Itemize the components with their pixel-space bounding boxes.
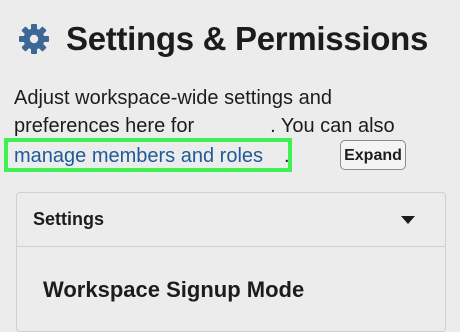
workspace-signup-mode-label: Workspace Signup Mode	[43, 277, 305, 302]
settings-panel: Settings Workspace Signup Mode	[16, 192, 446, 332]
expand-button[interactable]: Expand	[340, 140, 406, 170]
manage-members-link[interactable]: manage members and roles	[14, 142, 263, 170]
gear-icon	[18, 23, 50, 55]
page-title: Settings & Permissions	[66, 20, 429, 57]
settings-panel-title: Settings	[33, 209, 105, 229]
expand-button-label: Expand	[344, 147, 402, 164]
link-period: .	[284, 145, 290, 167]
caret-down-icon[interactable]	[401, 215, 415, 224]
intro-line-2-prefix: preferences here for	[14, 115, 195, 137]
settings-panel-header[interactable]: Settings	[17, 193, 445, 247]
intro-line-2-suffix: . You can also	[270, 115, 395, 137]
intro-text: Adjust workspace-wide settings and prefe…	[14, 84, 454, 140]
page-header: Settings & Permissions	[18, 20, 428, 58]
intro-line-1: Adjust workspace-wide settings and	[14, 87, 332, 109]
intro-line-2: preferences here for . You can also	[14, 112, 454, 140]
